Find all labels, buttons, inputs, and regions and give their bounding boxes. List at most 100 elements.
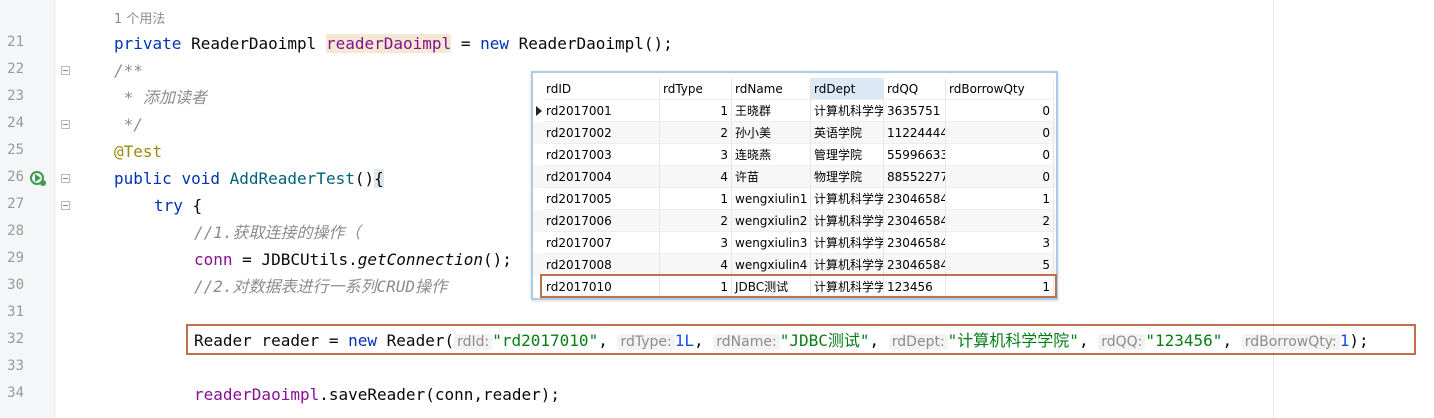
table-row[interactable]: rd20170062wengxiulin2计算机科学学2304658432 [533,210,1056,232]
table-cell[interactable]: 1 [946,188,1054,210]
code-line-22: /** [114,61,143,80]
method-name: getConnection [357,250,483,269]
table-cell[interactable]: 许苗 [732,166,811,188]
table-cell[interactable]: 物理学院 [811,166,884,188]
table-cell[interactable]: 88552277 [884,166,946,188]
table-cell[interactable]: 计算机科学学 [811,210,884,232]
table-row[interactable]: rd20170084wengxiulin4计算机科学学2304658435 [533,254,1056,276]
highlight-box-row [540,274,1057,298]
usage-count-hint[interactable]: 1 个用法 [114,8,165,27]
table-row[interactable]: rd2017001 1 王晓群 计算机科学学 3635751 0 [533,100,1056,122]
table-cell[interactable]: 0 [946,144,1054,166]
column-header-rdname[interactable]: rdName [732,78,811,100]
table-cell[interactable]: rd2017003 [543,144,660,166]
line-number: 22 [7,61,24,77]
table-cell[interactable]: rd2017004 [543,166,660,188]
table-cell[interactable]: 0 [946,122,1054,144]
code-line-25: @Test [114,142,163,161]
table-cell[interactable]: wengxiulin1 [732,188,811,210]
code-line-24: */ [114,115,143,134]
column-header-rdqq[interactable]: rdQQ [884,78,946,100]
table-cell[interactable]: rd2017008 [543,254,660,276]
table-cell[interactable]: 4 [660,254,732,276]
field-name: readerDaoimpl [325,34,452,53]
keyword: void [181,169,220,188]
keyword: new [480,34,510,53]
method-name: AddReaderTest [229,169,355,188]
keyword: try [154,196,183,215]
table-row[interactable]: rd2017002 2 孙小美 英语学院 11224444 0 [533,122,1056,144]
line-number: 32 [7,331,24,347]
table-cell[interactable]: 230465843 [884,254,946,276]
table-cell[interactable]: 1 [660,100,732,122]
fold-toggle-icon[interactable] [61,174,70,183]
gutter-divider [54,0,55,418]
table-cell[interactable]: 孙小美 [732,122,811,144]
column-header-rdborrowqty[interactable]: rdBorrowQty [946,78,1054,100]
grid-header-row: rdID rdType rdName rdDept rdQQ rdBorrowQty [533,78,1056,100]
table-cell[interactable]: 王晓群 [732,100,811,122]
table-cell[interactable]: 计算机科学学 [811,232,884,254]
table-cell[interactable]: 管理学院 [811,144,884,166]
column-header-rddept[interactable]: rdDept [811,78,884,100]
table-cell[interactable]: wengxiulin2 [732,210,811,232]
table-cell[interactable]: rd2017002 [543,122,660,144]
fold-toggle-icon[interactable] [61,201,70,210]
code-line-29: conn = JDBCUtils.getConnection(); [194,246,512,273]
code-line-23: * 添加读者 [114,88,207,107]
table-cell[interactable]: 2 [660,210,732,232]
variable: conn [194,250,233,269]
code-line-26: public void AddReaderTest(){ [114,165,384,192]
table-cell[interactable]: 连晓燕 [732,144,811,166]
line-number: 30 [7,277,24,293]
table-cell[interactable]: 11224444 [884,122,946,144]
table-cell[interactable]: wengxiulin4 [732,254,811,276]
table-cell[interactable]: 2 [946,210,1054,232]
code-text: .saveReader(conn,reader); [319,385,561,404]
table-cell[interactable]: 230465843 [884,232,946,254]
table-cell[interactable]: 230465843 [884,188,946,210]
code-text: (); [483,250,512,269]
table-cell[interactable]: rd2017001 [543,100,660,122]
line-number: 25 [7,142,24,158]
line-number: 33 [7,358,24,374]
table-cell[interactable]: 3 [660,144,732,166]
line-number: 31 [7,304,24,320]
column-header-rdid[interactable]: rdID [543,78,660,100]
fold-toggle-icon[interactable] [61,120,70,129]
type-name: ReaderDaoimpl [191,34,317,53]
table-cell[interactable]: rd2017007 [543,232,660,254]
brace: { [192,196,203,215]
table-row[interactable]: rd20170073wengxiulin3计算机科学学2304658433 [533,232,1056,254]
table-cell[interactable]: 0 [946,166,1054,188]
field-name: readerDaoimpl [194,385,320,404]
column-header-rdtype[interactable]: rdType [660,78,732,100]
table-cell[interactable]: rd2017005 [543,188,660,210]
fold-toggle-icon[interactable] [61,66,70,75]
table-cell[interactable]: 4 [660,166,732,188]
table-cell[interactable]: 3 [660,232,732,254]
table-cell[interactable]: 英语学院 [811,122,884,144]
result-grid-popup[interactable]: rdID rdType rdName rdDept rdQQ rdBorrowQty rd… [531,71,1058,300]
table-cell[interactable]: 计算机科学学 [811,100,884,122]
table-cell[interactable]: 230465843 [884,210,946,232]
code-text: = JDBCUtils. [232,250,358,269]
run-test-icon[interactable] [29,169,47,187]
table-cell[interactable]: 1 [660,188,732,210]
table-row[interactable]: rd2017003 3 连晓燕 管理学院 55996633 0 [533,144,1056,166]
table-cell[interactable]: 0 [946,100,1054,122]
table-cell[interactable]: 计算机科学学 [811,188,884,210]
table-cell[interactable]: rd2017006 [543,210,660,232]
table-cell[interactable]: wengxiulin3 [732,232,811,254]
table-cell[interactable]: 2 [660,122,732,144]
table-cell[interactable]: 3 [946,232,1054,254]
table-cell[interactable]: 5 [946,254,1054,276]
code-line-21: private ReaderDaoimpl readerDaoimpl = ne… [114,30,673,57]
keyword: private [114,34,182,53]
table-row[interactable]: rd20170051wengxiulin1计算机科学学2304658431 [533,188,1056,210]
code-line-34: readerDaoimpl.saveReader(conn,reader); [194,381,560,408]
table-cell[interactable]: 3635751 [884,100,946,122]
table-row[interactable]: rd2017004 4 许苗 物理学院 88552277 0 [533,166,1056,188]
table-cell[interactable]: 55996633 [884,144,946,166]
table-cell[interactable]: 计算机科学学 [811,254,884,276]
